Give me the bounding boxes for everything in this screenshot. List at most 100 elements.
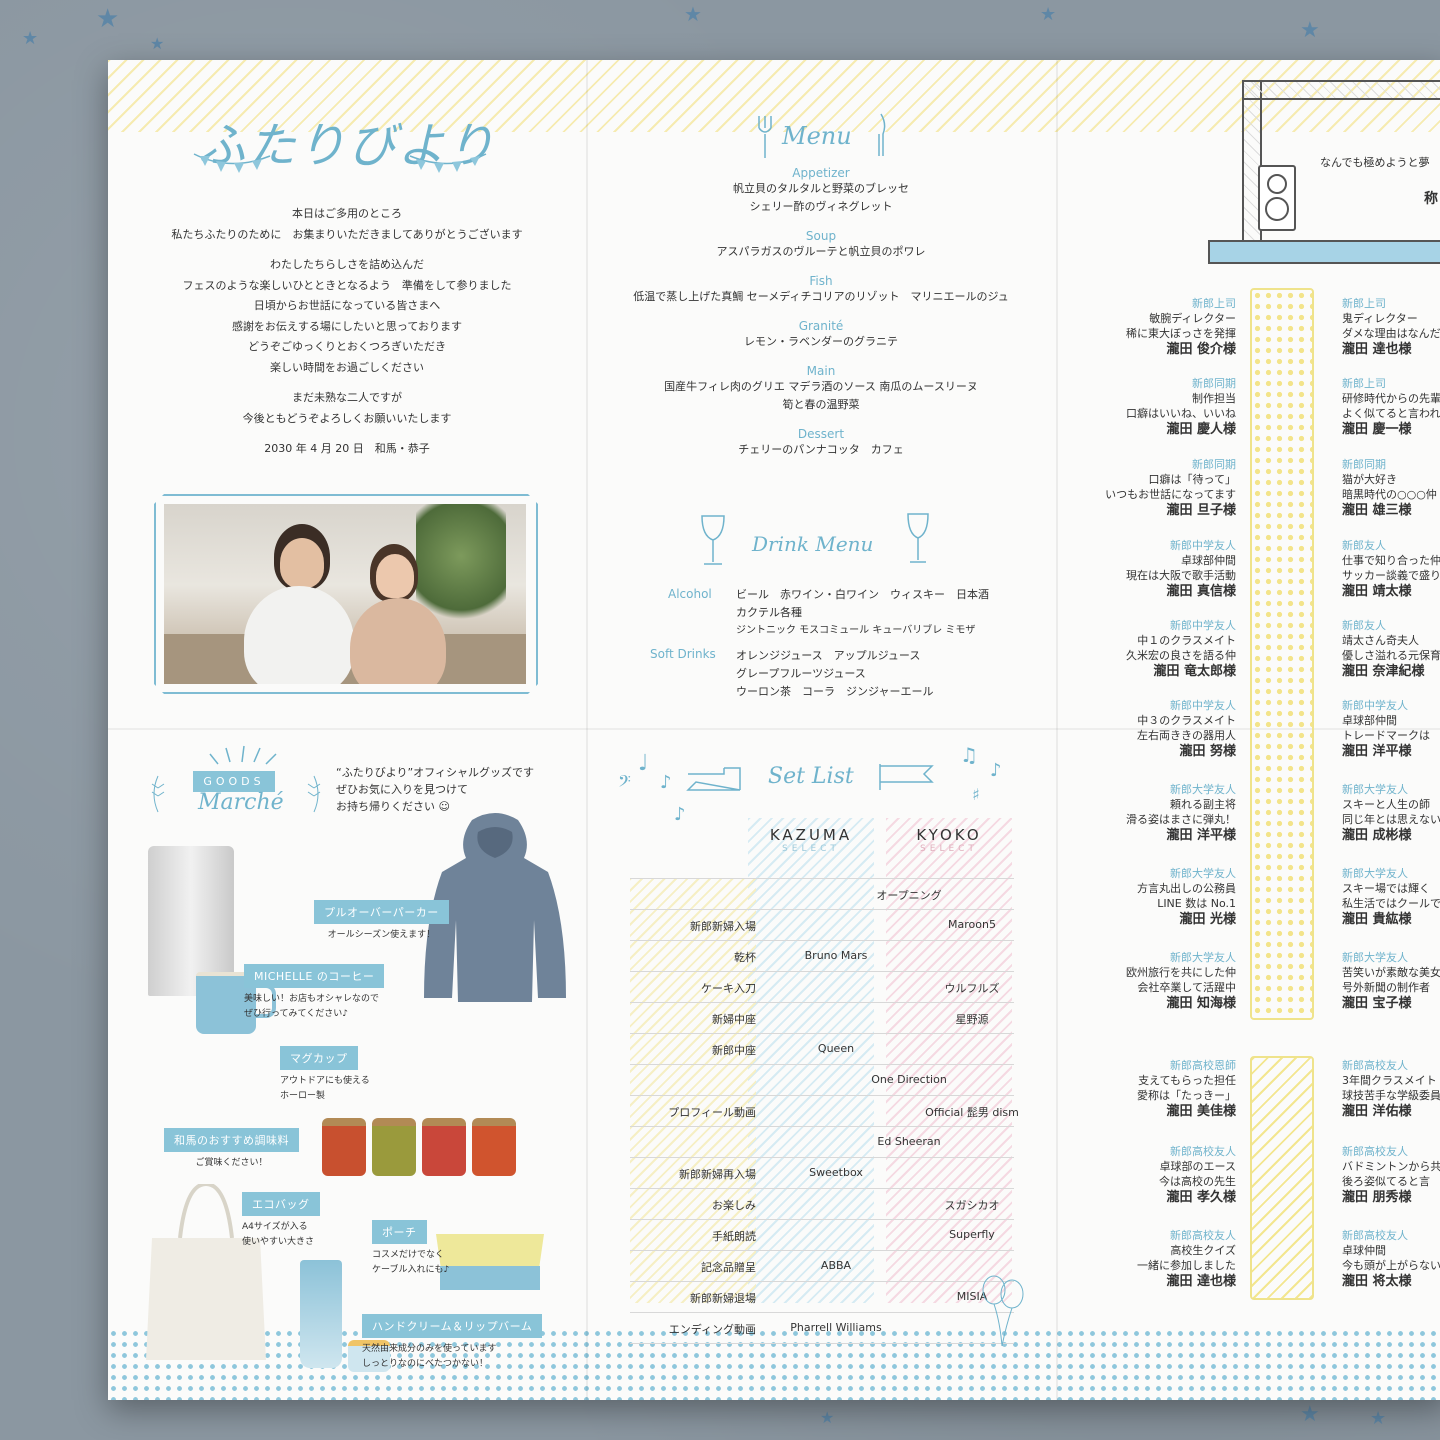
guest-name: 瀧田 美佳様 <box>1166 1104 1236 1119</box>
drink-category: Alcohol <box>668 587 712 601</box>
guest-relation: 新郎同期 <box>1342 458 1386 471</box>
guest-note: 左右両ききの器用人 <box>1137 729 1236 742</box>
setlist-event: お楽しみ <box>712 1199 756 1212</box>
course-list: Appetizer 帆立貝のタルタルと野菜のブレッセ シェリー酢のヴィネグレット… <box>586 166 1056 459</box>
guest-relation: 新郎上司 <box>1192 297 1236 310</box>
goods-item-seasoning: 和馬のおすすめ調味料 ご賞味ください！ <box>164 1128 299 1171</box>
setlist-kazuma-song: Bruno Mars <box>804 949 868 962</box>
guest-name: 瀧田 朋秀様 <box>1342 1190 1412 1205</box>
message-line: 今後ともどうぞよろしくお願いいたします <box>242 411 452 425</box>
dish: チェリーのパンナコッタ カフェ <box>738 443 904 456</box>
guest-note: ダメな理由はなんだ <box>1342 327 1440 340</box>
item-desc: 美味しい！お店もオシャレなので <box>244 994 380 1004</box>
wedding-program-sheet: ふたりびより 本日はご多用のところ 私たちふたりのために お集まりいただきまして… <box>108 60 1440 1400</box>
guest-note: 会社卒業して活躍中 <box>1137 981 1236 994</box>
item-desc: 天然由来成分のみを使っています <box>362 1344 497 1354</box>
guest-note: 卓球部のエース <box>1159 1160 1236 1173</box>
guest-name: 瀧田 雄三様 <box>1342 503 1412 518</box>
guest-name: 瀧田 洋佑様 <box>1342 1104 1412 1119</box>
guest-entry: 新郎友人 仕事で知り合った仲 サッカー談義で盛り 瀧田 靖太様 <box>1342 538 1440 601</box>
drink-menu-title: Drink Menu <box>752 532 874 556</box>
setlist-event: エンディング動画 <box>668 1323 756 1336</box>
alcohol-list: ビール 赤ワイン・白ワイン ウィスキー 日本酒 カクテル各種 ジントニック モス… <box>736 586 989 640</box>
svg-text:♪: ♪ <box>990 760 1002 781</box>
goods-item-hoodie: プルオーバーパーカー オールシーズン使えます！ <box>314 900 449 943</box>
setlist-event: 手紙朗読 <box>712 1230 756 1243</box>
message-line: わたしたちらしさを詰め込んだ <box>270 258 424 271</box>
flag-left-icon <box>686 767 741 791</box>
star-icon: ★ <box>1300 1402 1320 1427</box>
setlist-event: プロフィール動画 <box>668 1106 756 1119</box>
guest-entry: 新郎高校友人 卓球仲間 今も頭が上がらない 瀧田 将太様 <box>1342 1228 1440 1291</box>
message-line: 私たちふたりのために お集まりいただきましてありがとうございます <box>171 227 523 241</box>
hand-cream-image <box>300 1260 342 1368</box>
music-notes-icon: ♫ ♪ ♯ <box>960 743 1002 804</box>
item-desc: アウトドアにも使える <box>280 1076 370 1086</box>
stage-icon <box>1208 240 1440 264</box>
setlist-kazuma-song: Queen <box>817 1042 855 1055</box>
message-line: まだ未熟な二人ですが <box>292 391 402 404</box>
guest-note: 現在は大阪で歌手活動 <box>1126 569 1236 582</box>
item-label: ポーチ <box>372 1220 427 1244</box>
guest-note: よく似てると言われ <box>1342 407 1440 420</box>
setlist-shared-song: オープニング <box>876 889 942 902</box>
guest-note: スキー場では輝く <box>1342 882 1430 895</box>
guest-name: 瀧田 宝子様 <box>1342 996 1412 1011</box>
item-label: マグカップ <box>280 1046 358 1070</box>
goods-item-coffee: MICHELLE のコーヒー 美味しい！お店もオシャレなので ぜひ行ってみてくだ… <box>244 964 385 1022</box>
message-line: 本日はご多用のところ <box>292 207 402 220</box>
guest-relation: 新郎大学友人 <box>1170 783 1236 796</box>
guest-note: 中１のクラスメイト <box>1137 634 1236 647</box>
menu-panel: Menu Appetizer 帆立貝のタルタルと野菜のブレッセ シェリー酢のヴィ… <box>586 60 1056 728</box>
flag-right-icon <box>879 764 934 790</box>
guest-header-mark: 称 <box>1424 191 1438 207</box>
welcome-panel: ふたりびより 本日はご多用のところ 私たちふたりのために お集まりいただきまして… <box>108 60 586 728</box>
setlist-row: 乾杯 Bruno Mars <box>630 940 1014 972</box>
guest-note: 猫が大好き <box>1342 473 1397 486</box>
guest-entry: 新郎上司 研修時代からの先輩 よく似てると言われ 瀧田 慶一様 <box>1342 376 1440 439</box>
setlist-row: 新郎新婦入場 Maroon5 <box>630 909 1014 941</box>
guest-name: 瀧田 孝久様 <box>1166 1190 1236 1205</box>
item-desc: ぜひ行ってみてください♪ <box>244 1009 349 1019</box>
guest-note: 卓球仲間 <box>1342 1244 1386 1257</box>
star-icon: ★ <box>820 1408 835 1427</box>
drink-line: カクテル各種 <box>736 606 802 619</box>
guest-relation: 新郎高校友人 <box>1170 1229 1236 1242</box>
guest-note: 同じ年とは思えない <box>1342 813 1440 826</box>
dish: 筍と春の温野菜 <box>782 398 860 411</box>
setlist-row: 新郎新婦退場 MISIA <box>630 1281 1014 1313</box>
message-line: 感謝をお伝えする場にしたいと思っております <box>231 319 463 333</box>
goods-tag-wrap: GOODS <box>174 770 294 792</box>
guest-note: 口癖はいいね、いいね <box>1126 407 1236 420</box>
guest-relation: 新郎高校友人 <box>1342 1059 1408 1072</box>
guest-entry: 新郎大学友人 苦笑いが素敵な美女 号外新聞の制作者 瀧田 宝子様 <box>1342 950 1440 1013</box>
guest-note: 靖太さん奇夫人 <box>1342 634 1419 647</box>
guest-name: 瀧田 慶人様 <box>1166 422 1236 437</box>
guest-note: 敏腕ディレクター <box>1149 312 1236 325</box>
goods-item-pouch: ポーチ コスメだけでなく ケーブル入れにも♪ <box>372 1220 449 1278</box>
item-label: エコバッグ <box>242 1192 320 1216</box>
goods-item-mug: マグカップ アウトドアにも使える ホーロー製 <box>280 1046 370 1104</box>
guest-entry: 新郎同期 口癖は「待って」 いつもお世話になってます 瀧田 旦子様 <box>1096 457 1236 520</box>
guest-name: 瀧田 俊介様 <box>1166 342 1236 357</box>
item-desc: A4サイズが入る <box>242 1222 308 1232</box>
item-label: MICHELLE のコーヒー <box>244 964 385 988</box>
setlist-title: Set List <box>768 764 854 789</box>
guest-name: 瀧田 旦子様 <box>1166 503 1236 518</box>
guest-name: 瀧田 靖太様 <box>1342 584 1412 599</box>
guest-note: 鬼ディレクター <box>1342 312 1418 325</box>
message-line: 楽しい時間をお過ごしください <box>270 360 424 374</box>
guest-entry: 新郎中学友人 卓球部仲間 現在は大阪で歌手活動 瀧田 真信様 <box>1096 538 1236 601</box>
setlist-kazuma-song: Sweetbox <box>809 1166 863 1179</box>
item-desc: オールシーズン使えます！ <box>327 930 436 940</box>
kyoko-header: KYOKO SELECT <box>886 826 1012 854</box>
leaf-icon <box>307 775 321 813</box>
guest-entry: 新郎高校友人 高校生クイズ 一緒に参加しました 瀧田 達也様 <box>1096 1228 1236 1291</box>
drink-category: Soft Drinks <box>650 647 716 661</box>
guest-note: 滑る姿はまさに弾丸！ <box>1126 813 1236 826</box>
guest-note: 愛称は「たっきー」 <box>1137 1089 1236 1102</box>
item-desc: ケーブル入れにも♪ <box>372 1265 450 1275</box>
guest-relation: 新郎大学友人 <box>1170 867 1236 880</box>
setlist-kyoko-song: Official 髭男 dism <box>925 1106 1019 1119</box>
svg-text:♪: ♪ <box>660 772 672 793</box>
